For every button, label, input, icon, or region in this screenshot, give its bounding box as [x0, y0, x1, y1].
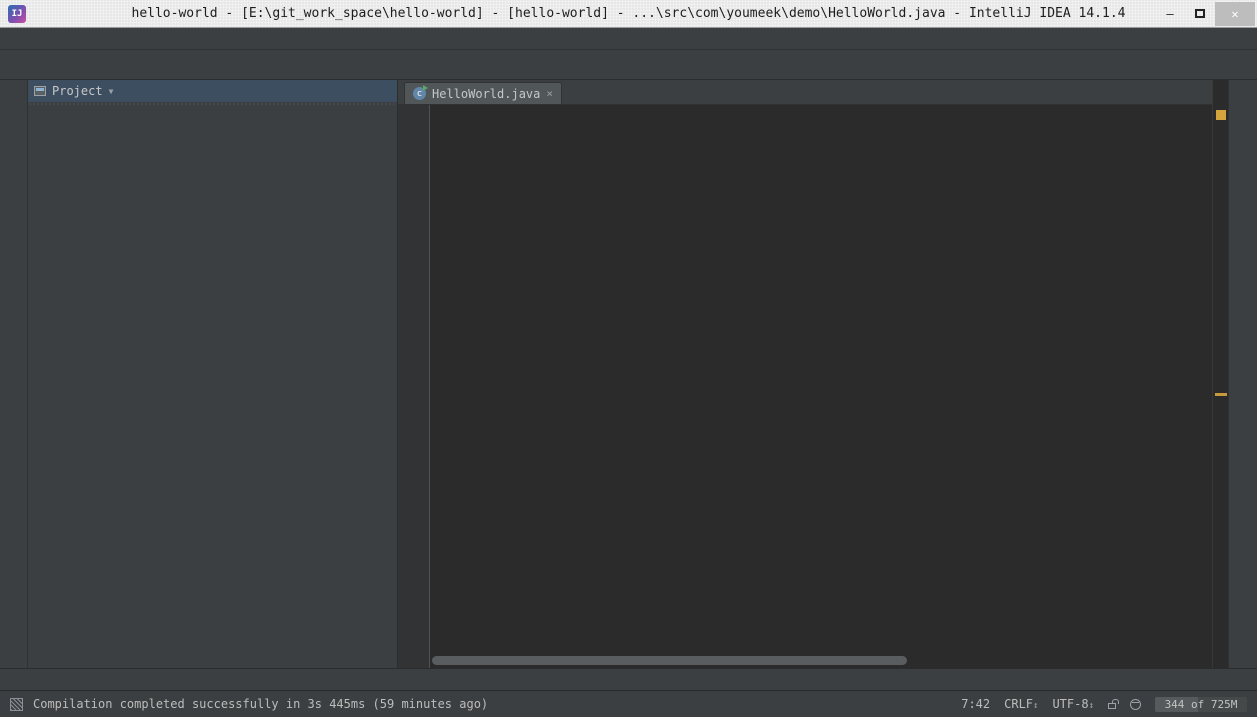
error-stripe[interactable]	[1212, 80, 1228, 668]
minimize-button[interactable]: —	[1155, 4, 1185, 24]
window-title: hello-world - [E:\git_work_space\hello-w…	[0, 6, 1257, 21]
intellij-idea-window: { "window": { "title": "hello-world - [E…	[0, 0, 1257, 717]
code-editor[interactable]	[398, 105, 1212, 668]
editor-tab-bar: c HelloWorld.java ×	[398, 80, 1212, 105]
project-view-icon	[34, 86, 46, 96]
status-bar: Compilation completed successfully in 3s…	[0, 690, 1257, 717]
project-panel-header: Project ▼	[28, 80, 397, 102]
java-class-icon: c	[413, 87, 426, 100]
hector-inspector-icon[interactable]	[1130, 699, 1141, 710]
close-button[interactable]: ✕	[1215, 2, 1255, 26]
main-toolbar	[0, 50, 1257, 80]
maximize-button[interactable]	[1185, 4, 1215, 24]
code-content	[430, 105, 1212, 668]
encoding-widget[interactable]: UTF-8↕	[1052, 697, 1094, 711]
memory-indicator[interactable]: 344 of 725M	[1155, 697, 1247, 712]
status-bar-widgets: 7:42 CRLF↕ UTF-8↕ 344 of 725M	[961, 697, 1247, 712]
line-separator-widget[interactable]: CRLF↕	[1004, 697, 1038, 711]
status-message: Compilation completed successfully in 3s…	[33, 697, 488, 711]
editor-area: c HelloWorld.java ×	[398, 80, 1212, 668]
maximize-icon	[1195, 9, 1205, 18]
left-tool-stripe	[0, 80, 28, 668]
project-view-label: Project	[52, 84, 103, 98]
updown-icon: ↕	[1089, 701, 1094, 711]
caret-position-widget[interactable]: 7:42	[961, 697, 990, 711]
tab-close-icon[interactable]: ×	[546, 87, 553, 100]
toggle-stripes-icon[interactable]	[10, 698, 23, 711]
project-view-combo[interactable]: Project ▼	[34, 84, 113, 98]
right-tool-stripe	[1228, 80, 1257, 668]
bottom-tool-bar	[0, 668, 1257, 690]
warning-stripe-mark[interactable]	[1216, 110, 1226, 120]
caret-stripe-mark[interactable]	[1215, 393, 1227, 396]
project-tree	[28, 102, 397, 105]
main-area: Project ▼ c HelloWorld.java ×	[0, 80, 1257, 668]
tab-label: HelloWorld.java	[432, 87, 540, 101]
tab-helloworld-java[interactable]: c HelloWorld.java ×	[404, 82, 562, 104]
editor-gutter	[398, 105, 430, 668]
project-view-caret: ▼	[109, 87, 114, 96]
menu-bar	[0, 28, 1257, 50]
updown-icon: ↕	[1033, 701, 1038, 711]
title-bar: IJ hello-world - [E:\git_work_space\hell…	[0, 0, 1257, 28]
window-controls: — ✕	[1155, 0, 1257, 27]
project-tool-window: Project ▼	[28, 80, 398, 668]
lock-icon[interactable]	[1108, 703, 1116, 709]
horizontal-scrollbar[interactable]	[432, 656, 907, 665]
